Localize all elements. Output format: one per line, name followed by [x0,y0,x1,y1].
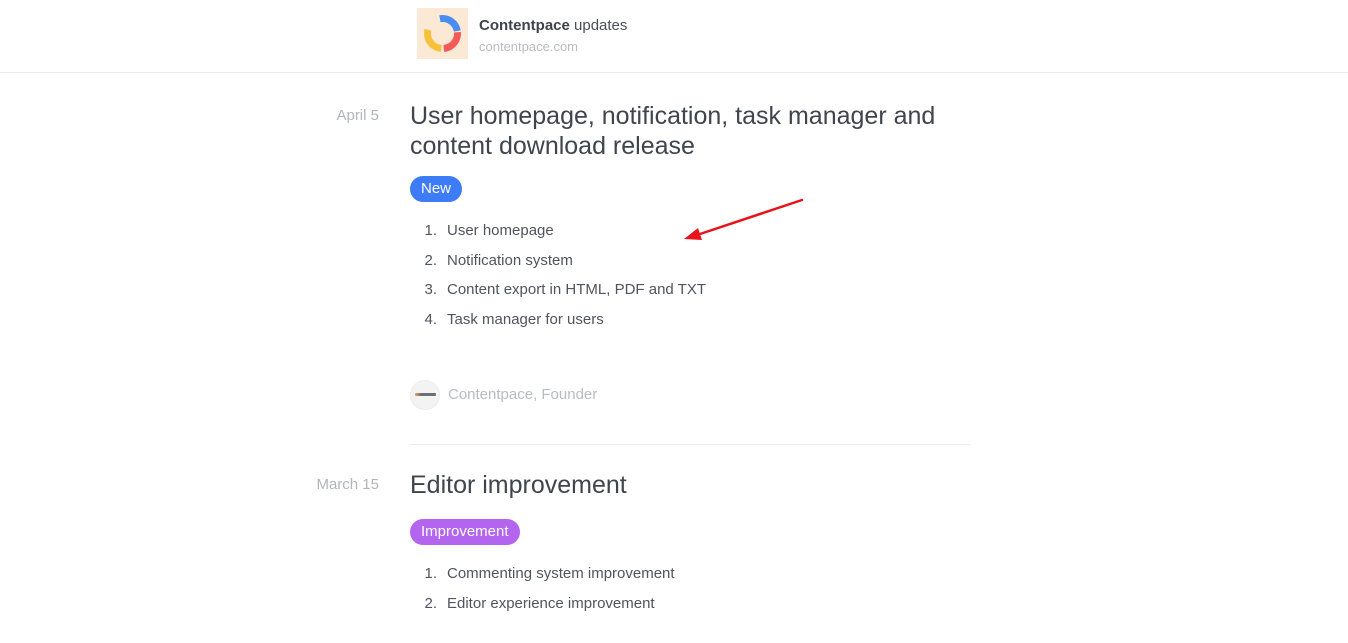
list-number: 1. [424,222,437,239]
list-text: Commenting system improvement [447,565,675,582]
list-text: User homepage [447,222,554,239]
author-name: Contentpace, Founder [448,386,598,403]
red-arrow-icon [684,198,804,240]
list-number: 2. [424,594,437,612]
list-item: 1. Commenting system improvement [410,565,675,595]
list-number: 4. [424,311,437,329]
list-text: Content export in HTML, PDF and TXT [447,281,706,299]
brand-suffix: updates [569,17,628,34]
entry-list: 1. User homepage 2. Notification system 3.… [410,222,706,341]
brand-name: Contentpace [479,17,570,34]
top-bar: Contentpace updates contentpace.com [0,0,1348,73]
improvement-badge: Improvement [410,519,520,545]
list-item: 1. User homepage [410,222,706,252]
list-item: 3. Content export in HTML, PDF and TXT [410,281,706,311]
entry-title[interactable]: User homepage, notification, task manage… [410,101,970,161]
list-number: 2. [424,251,437,269]
entry-title[interactable]: Editor improvement [410,470,970,500]
brand-title[interactable]: Contentpace updates [479,17,627,34]
list-item: 4. Task manager for users [410,311,706,341]
brand-domain[interactable]: contentpace.com [479,39,578,54]
new-badge: New [410,176,463,202]
author-byline: Contentpace, Founder [410,379,597,410]
entry-date: March 15 [316,476,379,493]
list-text: Notification system [447,251,573,269]
avatar [410,379,440,410]
list-item: 2. Notification system [410,252,706,282]
entry-list: 1. Commenting system improvement 2. Editor… [410,565,675,625]
list-text: Editor experience improvement [447,594,655,612]
entry-divider [410,444,970,445]
list-item: 2. Editor experience improvement [410,595,675,625]
list-number: 3. [424,281,437,299]
list-number: 1. [424,565,437,582]
entry-date: April 5 [336,107,379,124]
contentpace-logo-icon[interactable] [417,8,468,59]
list-text: Task manager for users [447,311,604,329]
